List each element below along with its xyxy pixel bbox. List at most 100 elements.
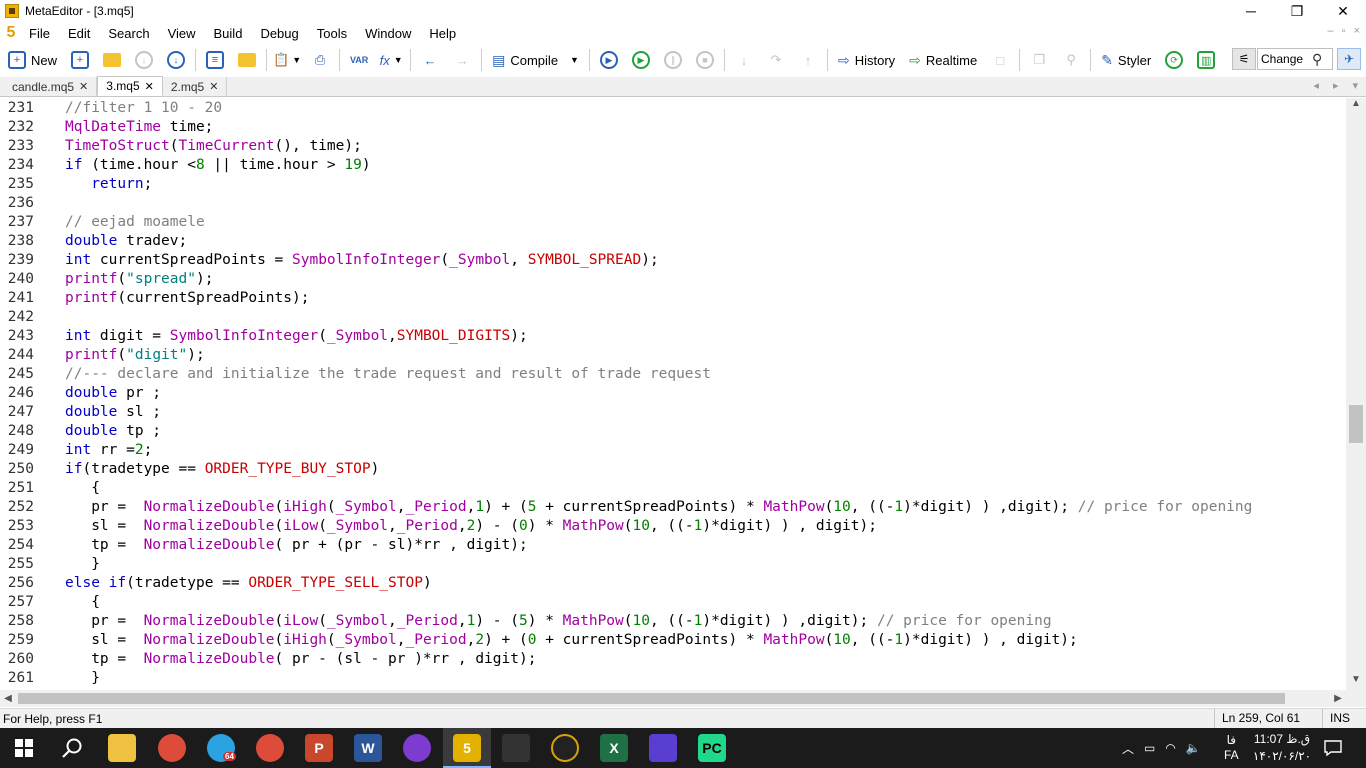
code-line[interactable]: 243 int digit = SymbolInfoInteger(_Symbol… [0,327,1346,346]
search-options-button[interactable]: ⚟ [1232,48,1256,70]
code-line[interactable]: 239 int currentSpreadPoints = SymbolInfoI… [0,251,1346,270]
app-menu-icon[interactable]: 5 [2,24,20,42]
save-all-button[interactable]: ↓ [163,47,189,73]
code-line[interactable]: 249 int rr =2; [0,441,1346,460]
telegram-icon[interactable]: 64 [207,734,236,762]
horizontal-scrollbar[interactable]: ◀ ▶ [0,690,1346,707]
open-data-folder-button[interactable] [234,47,260,73]
code-line[interactable]: 247 double sl ; [0,403,1346,422]
stop-testing-button[interactable]: □ [987,47,1013,73]
new-button[interactable]: + New [4,47,61,73]
code-line[interactable]: 238 double tradev; [0,232,1346,251]
code-line[interactable]: 242 [0,308,1346,327]
run-button[interactable]: ▶ [628,47,654,73]
code-line[interactable]: 232 MqlDateTime time; [0,118,1346,137]
navigator-button[interactable]: ≡ [202,47,228,73]
search-icon[interactable] [58,734,86,762]
code-line[interactable]: 235 return; [0,175,1346,194]
tab-scroll-right-icon[interactable]: ▸ [1333,79,1339,92]
horizontal-scroll-thumb[interactable] [18,693,1285,704]
pin-button[interactable]: ✈ [1337,48,1361,70]
insert-function-button[interactable]: fx ▼ [378,47,404,73]
menu-view[interactable]: View [159,26,205,41]
chrome-icon[interactable] [256,734,284,762]
volume-icon[interactable]: 🔈 [1186,741,1201,755]
pycharm-icon[interactable]: PC [698,734,726,762]
vertical-scroll-thumb[interactable] [1349,405,1363,443]
powerpoint-icon[interactable]: P [305,734,333,762]
word-icon[interactable]: W [354,734,382,762]
vertical-scrollbar[interactable]: ▲ ▼ [1346,98,1366,690]
save-button[interactable]: ↓ [131,47,157,73]
code-line[interactable]: 237 // eejad moamele [0,213,1346,232]
language-indicator[interactable]: فا FA [1224,728,1239,768]
tab-2[interactable]: 2.mq5 ✕ [163,77,228,96]
code-line[interactable]: 240 printf("spread"); [0,270,1346,289]
step-out-button[interactable]: ↑ [795,47,821,73]
code-line[interactable]: 236 [0,194,1346,213]
file-explorer-icon[interactable] [108,734,136,762]
code-editor[interactable]: 231 //filter 1 10 - 20 232 MqlDateTime time… [0,98,1346,690]
history-button[interactable]: ⇨ History [834,47,899,73]
code-line[interactable]: 234 if (time.hour <8 || time.hour > 19) [0,156,1346,175]
insert-variable-button[interactable]: VAR [346,47,372,73]
excel-icon[interactable]: X [600,734,628,762]
maximize-button[interactable]: ❐ [1274,0,1320,22]
tab-list-icon[interactable]: ▾ [1352,79,1358,92]
pause-button[interactable]: ∥ [660,47,686,73]
search-input[interactable] [1258,52,1312,66]
chrome-icon[interactable] [158,734,186,762]
windows-start-icon[interactable] [10,734,38,762]
code-line[interactable]: 233 TimeToStruct(TimeCurrent(), time); [0,137,1346,156]
code-line[interactable]: 246 double pr ; [0,384,1346,403]
code-line[interactable]: 251 { [0,479,1346,498]
app-icon[interactable] [502,734,530,762]
menu-edit[interactable]: Edit [59,26,99,41]
forward-button[interactable]: → [449,47,475,73]
notification-icon[interactable] [1324,728,1342,768]
menu-help[interactable]: Help [420,26,465,41]
battery-icon[interactable]: ▭ [1144,741,1155,755]
tab-close-icon[interactable]: ✕ [79,80,88,93]
vpn-icon[interactable] [649,734,677,762]
metaeditor-icon[interactable]: 5 [453,734,481,762]
copy-button[interactable]: ❐ [1026,47,1052,73]
scroll-up-icon[interactable]: ▲ [1346,98,1366,114]
scroll-down-icon[interactable]: ▼ [1346,674,1366,690]
code-line[interactable]: 252 pr = NormalizeDouble(iHigh(_Symbol,_… [0,498,1346,517]
menu-file[interactable]: File [20,26,59,41]
open-button[interactable] [99,47,125,73]
tab-close-icon[interactable]: ✕ [145,80,154,93]
new-project-button[interactable]: + [67,47,93,73]
clock[interactable]: 11:07 ق.ظ ۱۴۰۲/۰۶/۲۰ [1252,731,1312,765]
wifi-icon[interactable]: ◠ [1165,741,1175,755]
styler-button[interactable]: ✎ Styler [1097,47,1155,73]
code-line[interactable]: 245 //--- declare and initialize the trad… [0,365,1346,384]
code-line[interactable]: 250 if(tradetype == ORDER_TYPE_BUY_STOP) [0,460,1346,479]
code-line[interactable]: 253 sl = NormalizeDouble(iLow(_Symbol,_P… [0,517,1346,536]
menu-debug[interactable]: Debug [251,26,307,41]
step-into-button[interactable]: ↓ [731,47,757,73]
market-button[interactable]: ⟳ [1161,47,1187,73]
print-button[interactable]: ⎙ [307,47,333,73]
step-over-button[interactable]: ↷ [763,47,789,73]
back-button[interactable]: ← [417,47,443,73]
stop-button[interactable]: ■ [692,47,718,73]
search-icon[interactable]: ⚲ [1312,51,1322,68]
code-line[interactable]: 256 else if(tradetype == ORDER_TYPE_SELL_… [0,574,1346,593]
code-line[interactable]: 241 printf(currentSpreadPoints); [0,289,1346,308]
code-line[interactable]: 255 } [0,555,1346,574]
scroll-right-icon[interactable]: ▶ [1330,690,1346,707]
tab-candle[interactable]: candle.mq5 ✕ [4,77,98,96]
compile-button[interactable]: ▤ Compile ▼ [488,47,583,73]
code-line[interactable]: 259 sl = NormalizeDouble(iHigh(_Symbol,_… [0,631,1346,650]
minimize-button[interactable]: ─ [1228,0,1274,22]
code-line[interactable]: 231 //filter 1 10 - 20 [0,99,1346,118]
menu-search[interactable]: Search [99,26,158,41]
code-line[interactable]: 258 pr = NormalizeDouble(iLow(_Symbol,_P… [0,612,1346,631]
debug-start-button[interactable]: ▶ [596,47,622,73]
compare-button[interactable]: ⚲ [1058,47,1084,73]
tab-3[interactable]: 3.mq5 ✕ [97,76,163,96]
close-button[interactable]: ✕ [1320,0,1366,22]
code-line[interactable]: 248 double tp ; [0,422,1346,441]
